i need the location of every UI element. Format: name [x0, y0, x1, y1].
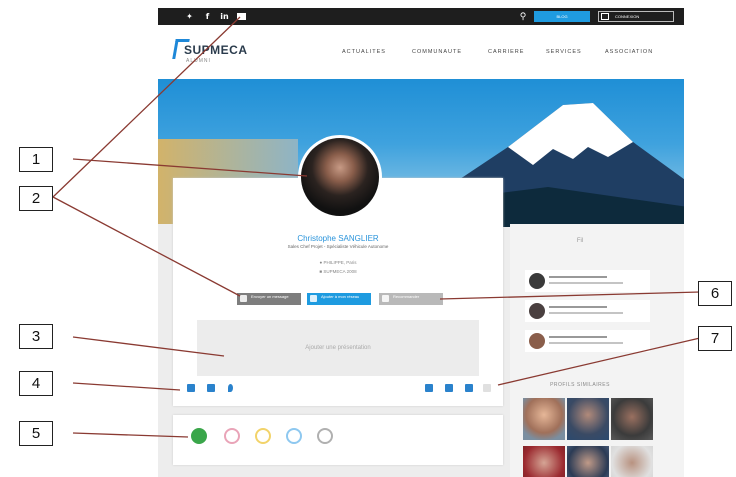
annotation-6: 6: [698, 281, 732, 306]
annotation-4: 4: [19, 371, 53, 396]
annotation-5: 5: [19, 421, 53, 446]
annotation-2: 2: [19, 186, 53, 211]
annotation-1: 1: [19, 147, 53, 172]
annotation-3: 3: [19, 324, 53, 349]
annotation-lines: [52, 16, 701, 438]
annotated-screenshot: ✦ f in ⚲ BLOG CONNEXION SUPMECA ALUMNI A…: [0, 0, 736, 477]
annotation-7: 7: [698, 326, 732, 351]
